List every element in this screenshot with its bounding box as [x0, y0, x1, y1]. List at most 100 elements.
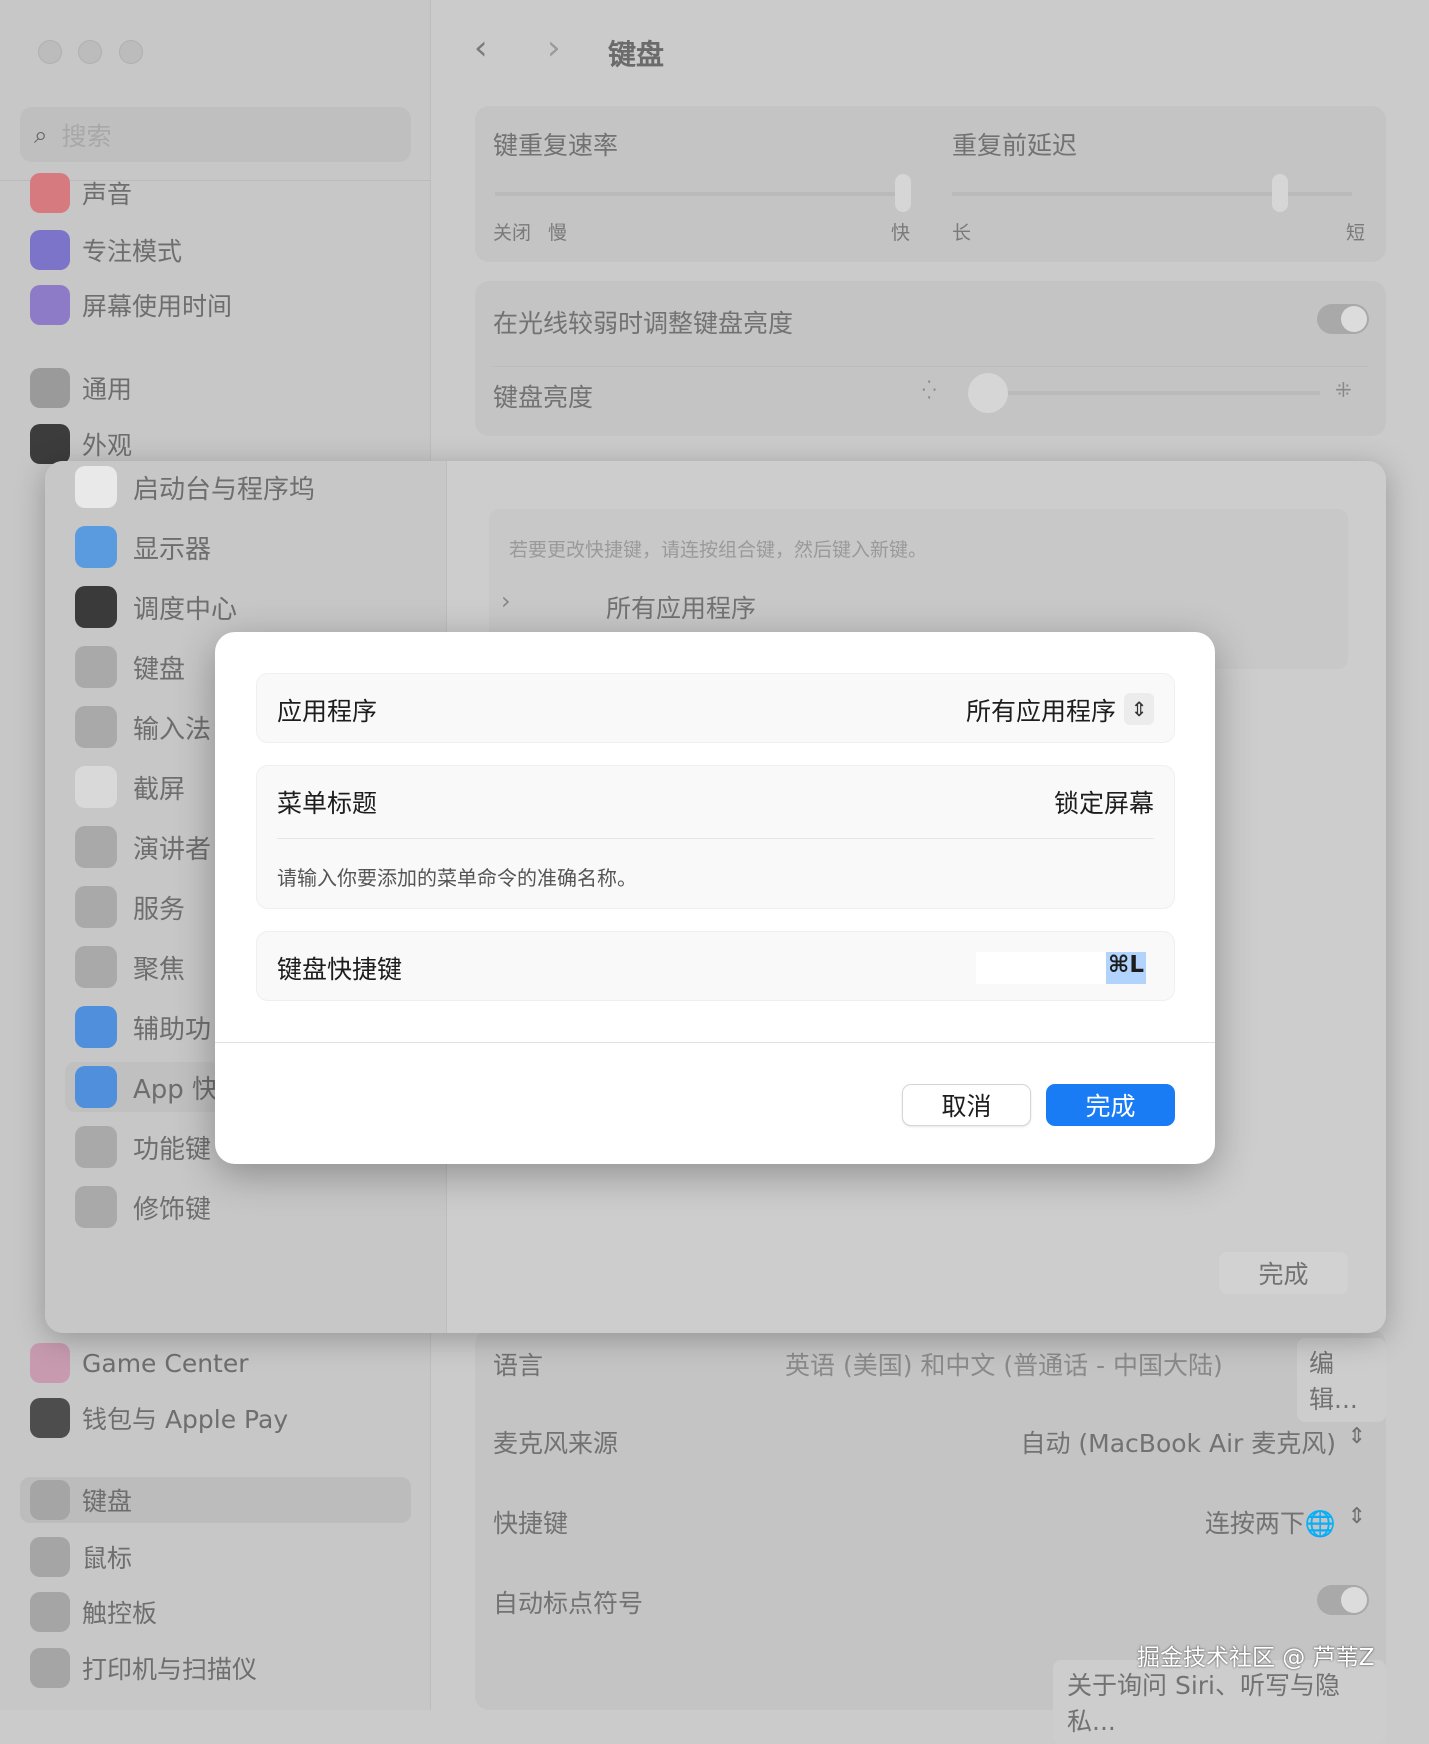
category-label: 演讲者	[133, 834, 212, 865]
language-label: 语言	[493, 1351, 544, 1380]
shortcut-category-item[interactable]: 辅助功	[75, 1002, 211, 1052]
page-title: 键盘	[608, 38, 665, 71]
brightness-low-icon: ⁛	[922, 380, 937, 401]
category-icon	[75, 646, 117, 688]
shortcut-category-item[interactable]: 调度中心	[75, 582, 237, 632]
sidebar-item-label: 鼠标	[82, 1544, 133, 1573]
sidebar-item-icon	[30, 173, 70, 213]
all-apps-group[interactable]: 所有应用程序	[606, 589, 756, 625]
category-label: 修饰键	[133, 1194, 212, 1225]
sidebar-item[interactable]: 声音	[30, 170, 132, 216]
shortcut-category-item[interactable]: 演讲者	[75, 822, 211, 872]
shortcut-category-item[interactable]: 启动台与程序坞	[75, 462, 315, 512]
category-icon	[75, 706, 117, 748]
category-icon	[75, 1006, 117, 1048]
cancel-button[interactable]: 取消	[902, 1084, 1031, 1126]
brightness-thumb[interactable]	[968, 373, 1008, 413]
sidebar-item-icon	[30, 368, 70, 408]
sheet-done-button[interactable]: 完成	[1219, 1252, 1348, 1294]
shortcut-category-item[interactable]: 键盘	[75, 642, 185, 692]
auto-punctuation-toggle[interactable]	[1317, 1585, 1369, 1615]
keyboard-brightness-label: 键盘亮度	[493, 383, 594, 412]
delay-thumb[interactable]	[1272, 174, 1288, 212]
menu-title-label: 菜单标题	[277, 789, 378, 818]
shortcut-category-item[interactable]: 输入法	[75, 702, 211, 752]
sidebar-item[interactable]: 鼠标	[30, 1534, 132, 1580]
close-button[interactable]	[38, 40, 62, 64]
category-label: 服务	[133, 894, 186, 925]
category-label: 聚焦	[133, 954, 186, 985]
search-input[interactable]: ⌕ 搜索	[20, 107, 411, 162]
add-shortcut-dialog: 应用程序 所有应用程序 ⇕ 菜单标题 锁定屏幕 请输入你要添加的菜单命令的准确名…	[215, 632, 1215, 1164]
long-label: 长	[952, 222, 972, 244]
sidebar-item-icon	[30, 1480, 70, 1520]
sidebar-item-label: 屏幕使用时间	[82, 292, 233, 321]
sidebar-item[interactable]: 触控板	[30, 1589, 157, 1635]
delay-slider[interactable]	[952, 192, 1352, 196]
category-icon	[75, 826, 117, 868]
sidebar-item-label: 触控板	[82, 1599, 158, 1628]
category-icon	[75, 466, 117, 508]
shortcut-input[interactable]: ⌘L	[976, 952, 1146, 984]
slow-label: 慢	[548, 222, 568, 244]
sidebar-item-icon	[30, 424, 70, 464]
sidebar-item[interactable]: Game Center	[30, 1340, 249, 1386]
category-label: 辅助功	[133, 1014, 212, 1045]
auto-punctuation-label: 自动标点符号	[493, 1589, 644, 1618]
key-repeat-thumb[interactable]	[895, 174, 911, 212]
sidebar-item[interactable]: 通用	[30, 365, 132, 411]
menu-title-hint: 请输入你要添加的菜单命令的准确名称。	[277, 866, 637, 890]
brightness-high-icon: ⁜	[1335, 378, 1352, 402]
short-label: 短	[1346, 222, 1366, 244]
category-label: App 快	[133, 1074, 219, 1105]
category-icon	[75, 1126, 117, 1168]
menu-title-input[interactable]: 锁定屏幕	[1054, 784, 1154, 820]
edit-language-button[interactable]: 编辑...	[1297, 1338, 1386, 1422]
category-icon	[75, 946, 117, 988]
sidebar-item[interactable]: 屏幕使用时间	[30, 282, 232, 328]
sidebar-item-label: 专注模式	[82, 237, 183, 266]
application-row: 应用程序 所有应用程序 ⇕	[256, 673, 1175, 743]
category-icon	[75, 526, 117, 568]
fast-label: 快	[891, 222, 911, 244]
application-select[interactable]: 所有应用程序	[966, 692, 1116, 728]
shortcut-category-item[interactable]: 聚焦	[75, 942, 185, 992]
shortcut-label: 键盘快捷键	[277, 955, 403, 984]
sidebar-item-icon	[30, 1398, 70, 1438]
shortcut-label: 快捷键	[493, 1509, 569, 1538]
sidebar-item-label: 通用	[82, 375, 133, 404]
shortcut-select[interactable]: 连按两下🌐	[1205, 1504, 1336, 1540]
shortcut-category-item[interactable]: 显示器	[75, 522, 211, 572]
keyboard-brightness-slider[interactable]	[980, 391, 1320, 395]
category-icon	[75, 886, 117, 928]
sidebar-item[interactable]: 专注模式	[30, 227, 182, 273]
chevron-updown-icon: ⇕	[1347, 1504, 1366, 1529]
mic-source-select[interactable]: 自动 (MacBook Air 麦克风)	[1020, 1424, 1336, 1460]
sidebar-item-icon	[30, 1343, 70, 1383]
sidebar-item[interactable]: 钱包与 Apple Pay	[30, 1395, 288, 1441]
minimize-button[interactable]	[78, 40, 102, 64]
shortcut-category-item[interactable]: 修饰键	[75, 1182, 211, 1232]
shortcut-category-item[interactable]: 服务	[75, 882, 185, 932]
adjust-brightness-toggle[interactable]	[1317, 304, 1369, 334]
key-repeat-slider[interactable]	[495, 192, 905, 196]
zoom-button[interactable]	[119, 40, 143, 64]
sidebar-item[interactable]: 键盘	[20, 1477, 411, 1523]
delay-label: 重复前延迟	[952, 131, 1078, 160]
sidebar-item[interactable]: 打印机与扫描仪	[30, 1645, 257, 1691]
category-label: 截屏	[133, 774, 186, 805]
privacy-button[interactable]: 关于询问 Siri、听写与隐私...	[1053, 1660, 1386, 1744]
chevron-right-icon[interactable]: ›	[501, 587, 511, 615]
category-label: 启动台与程序坞	[133, 474, 316, 505]
key-repeat-label: 键重复速率	[493, 131, 619, 160]
done-button[interactable]: 完成	[1046, 1084, 1175, 1126]
back-icon[interactable]: ‹	[474, 28, 488, 68]
application-label: 应用程序	[277, 697, 378, 726]
shortcut-category-item[interactable]: 截屏	[75, 762, 185, 812]
shortcut-value: ⌘L	[1106, 952, 1146, 984]
shortcut-category-item[interactable]: 功能键	[75, 1122, 211, 1172]
language-value: 英语 (美国) 和中文 (普通话 - 中国大陆)	[785, 1351, 1223, 1380]
forward-icon[interactable]: ›	[547, 28, 561, 68]
chevron-updown-icon[interactable]: ⇕	[1124, 693, 1154, 725]
sidebar-item-icon	[30, 285, 70, 325]
